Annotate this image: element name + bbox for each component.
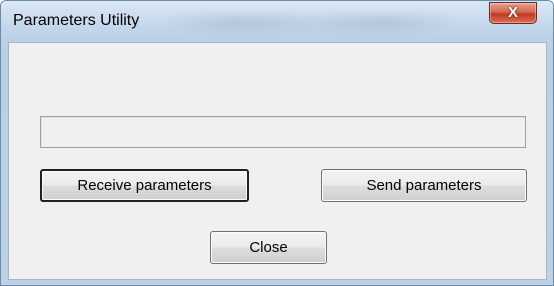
close-button[interactable]: Close — [210, 231, 327, 264]
send-parameters-button[interactable]: Send parameters — [321, 169, 527, 202]
dialog-window: Parameters Utility X Receive parameters … — [0, 0, 554, 286]
window-title: Parameters Utility — [13, 12, 140, 29]
receive-parameters-button[interactable]: Receive parameters — [40, 169, 249, 202]
status-field — [40, 116, 526, 148]
close-icon: X — [507, 4, 518, 21]
title-bar[interactable]: Parameters Utility X — [1, 1, 553, 41]
dialog-client-area: Receive parameters Send parameters Close — [8, 42, 547, 280]
blurred-background-titlebar — [161, 15, 461, 31]
window-close-button[interactable]: X — [489, 2, 537, 24]
